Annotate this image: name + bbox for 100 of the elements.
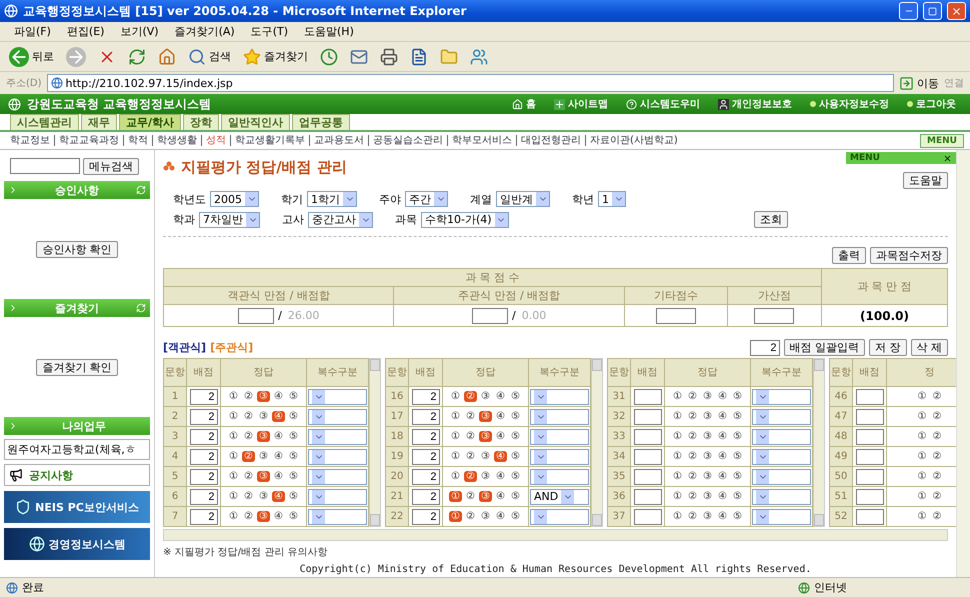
menu-search-field[interactable] — [10, 158, 80, 174]
points-field[interactable] — [856, 388, 884, 404]
action-button[interactable]: 삭 제 — [910, 339, 948, 356]
points-field[interactable]: 2 — [412, 388, 440, 404]
answer-option[interactable]: ⑤ — [731, 431, 744, 442]
go-button[interactable]: 이동 — [899, 76, 939, 90]
answer-option[interactable]: ③ — [257, 411, 270, 422]
answer-option[interactable]: ④ — [494, 511, 507, 522]
multi-answer-select[interactable] — [308, 448, 367, 464]
toolbar-button[interactable]: 검색 — [185, 46, 234, 68]
answer-option[interactable]: ② — [686, 411, 699, 422]
filter-select[interactable]: 1학기 — [307, 191, 357, 207]
header-link[interactable]: 로그아웃 — [901, 97, 962, 111]
answer-option[interactable]: ③ — [701, 391, 714, 402]
points-field[interactable] — [856, 468, 884, 484]
header-link[interactable]: 사용자정보수정 — [804, 97, 895, 111]
answer-option[interactable]: ① — [671, 411, 684, 422]
answer-option[interactable]: ⑤ — [731, 491, 744, 502]
answer-option[interactable]: ④ — [494, 431, 507, 442]
header-link[interactable]: 사이트맵 — [548, 97, 614, 111]
selected-answer[interactable]: ② — [464, 391, 477, 402]
score-field[interactable] — [754, 308, 794, 324]
answer-option[interactable]: ① — [449, 411, 462, 422]
submenu-link[interactable]: 학교정보 — [6, 135, 54, 146]
notice-bar[interactable]: 공지사항 — [4, 464, 150, 486]
answer-option[interactable]: ⑤ — [509, 431, 522, 442]
submenu-link[interactable]: 학교생활기록부 — [230, 135, 309, 146]
multi-answer-select[interactable] — [308, 468, 367, 484]
banner-link[interactable]: 경영정보시스템 — [4, 528, 150, 560]
module-tab[interactable]: 시스템관리 — [10, 114, 79, 130]
points-field[interactable] — [856, 488, 884, 504]
answer-option[interactable]: ① — [227, 391, 240, 402]
multi-answer-select[interactable] — [752, 388, 811, 404]
selected-answer[interactable]: ③ — [479, 491, 492, 502]
filter-select[interactable]: 수학10-가(4) — [421, 212, 509, 228]
multi-answer-select[interactable] — [530, 388, 589, 404]
answer-option[interactable]: ① — [671, 451, 684, 462]
toolbar-button[interactable]: 즐겨찾기 — [240, 46, 311, 68]
action-button[interactable]: 배점 일괄입력 — [784, 339, 865, 356]
filter-select[interactable]: 2005 — [210, 191, 259, 207]
points-field[interactable]: 2 — [190, 408, 218, 424]
answer-option[interactable]: ④ — [272, 511, 285, 522]
answer-option[interactable]: ② — [242, 491, 255, 502]
points-field[interactable] — [856, 408, 884, 424]
submenu-link[interactable]: 학교교육과정 — [54, 135, 123, 146]
selected-answer[interactable]: ① — [449, 511, 462, 522]
header-link[interactable]: 개인정보보호 — [712, 97, 798, 111]
selected-answer[interactable]: ③ — [257, 431, 270, 442]
answer-type-tab[interactable]: [객관식] — [163, 340, 206, 355]
answer-option[interactable]: ⑤ — [731, 511, 744, 522]
multi-answer-select[interactable] — [752, 508, 811, 524]
answer-option[interactable]: ② — [930, 451, 944, 462]
bulk-points-field[interactable]: 2 — [750, 340, 780, 356]
answer-option[interactable]: ⑤ — [509, 491, 522, 502]
submenu-link[interactable]: 교과용도서 — [309, 135, 368, 146]
menu-item[interactable]: 도움말(H) — [296, 24, 362, 39]
answer-option[interactable]: ② — [464, 431, 477, 442]
answer-option[interactable]: ① — [227, 491, 240, 502]
selected-answer[interactable]: ③ — [479, 431, 492, 442]
points-field[interactable]: 2 — [190, 468, 218, 484]
answer-option[interactable]: ④ — [272, 471, 285, 482]
points-field[interactable] — [634, 408, 662, 424]
answer-option[interactable]: ① — [227, 511, 240, 522]
answer-option[interactable]: ② — [242, 391, 255, 402]
action-button[interactable]: 저 장 — [869, 339, 906, 356]
answer-option[interactable]: ⑤ — [509, 451, 522, 462]
points-field[interactable] — [634, 448, 662, 464]
answer-option[interactable]: ① — [671, 391, 684, 402]
answer-option[interactable]: ④ — [272, 451, 285, 462]
points-field[interactable] — [634, 508, 662, 524]
multi-answer-select[interactable] — [308, 508, 367, 524]
module-tab[interactable]: 업무공통 — [292, 114, 350, 130]
answer-option[interactable]: ④ — [716, 511, 729, 522]
close-button[interactable] — [947, 2, 966, 20]
points-field[interactable]: 2 — [190, 448, 218, 464]
answer-option[interactable]: ① — [227, 471, 240, 482]
action-button[interactable]: 과목점수저장 — [870, 247, 948, 264]
answer-option[interactable]: ② — [686, 491, 699, 502]
answer-option[interactable]: ① — [227, 431, 240, 442]
module-tab[interactable]: 일반직인사 — [221, 114, 290, 130]
answer-option[interactable]: ② — [930, 511, 944, 522]
selected-answer[interactable]: ③ — [257, 511, 270, 522]
answer-option[interactable]: ① — [916, 431, 928, 442]
submenu-link[interactable]: 대입전형관리 — [516, 135, 585, 146]
points-field[interactable]: 2 — [190, 388, 218, 404]
menu-item[interactable]: 즐겨찾기(A) — [166, 24, 243, 39]
search-button[interactable]: 조회 — [754, 211, 788, 228]
answer-option[interactable]: ② — [464, 411, 477, 422]
answer-option[interactable]: ③ — [479, 451, 492, 462]
header-link[interactable]: 홈 — [506, 97, 542, 111]
maximize-button[interactable] — [923, 2, 942, 20]
help-button[interactable]: 도움말 — [903, 172, 948, 189]
answer-option[interactable]: ③ — [257, 491, 270, 502]
multi-answer-select[interactable] — [530, 508, 589, 524]
answer-option[interactable]: ② — [686, 471, 699, 482]
answer-option[interactable]: ③ — [479, 391, 492, 402]
menu-search-button[interactable]: 메뉴검색 — [83, 158, 139, 175]
answer-option[interactable]: ② — [930, 491, 944, 502]
points-field[interactable]: 2 — [412, 508, 440, 524]
answer-option[interactable]: ⑤ — [287, 491, 300, 502]
